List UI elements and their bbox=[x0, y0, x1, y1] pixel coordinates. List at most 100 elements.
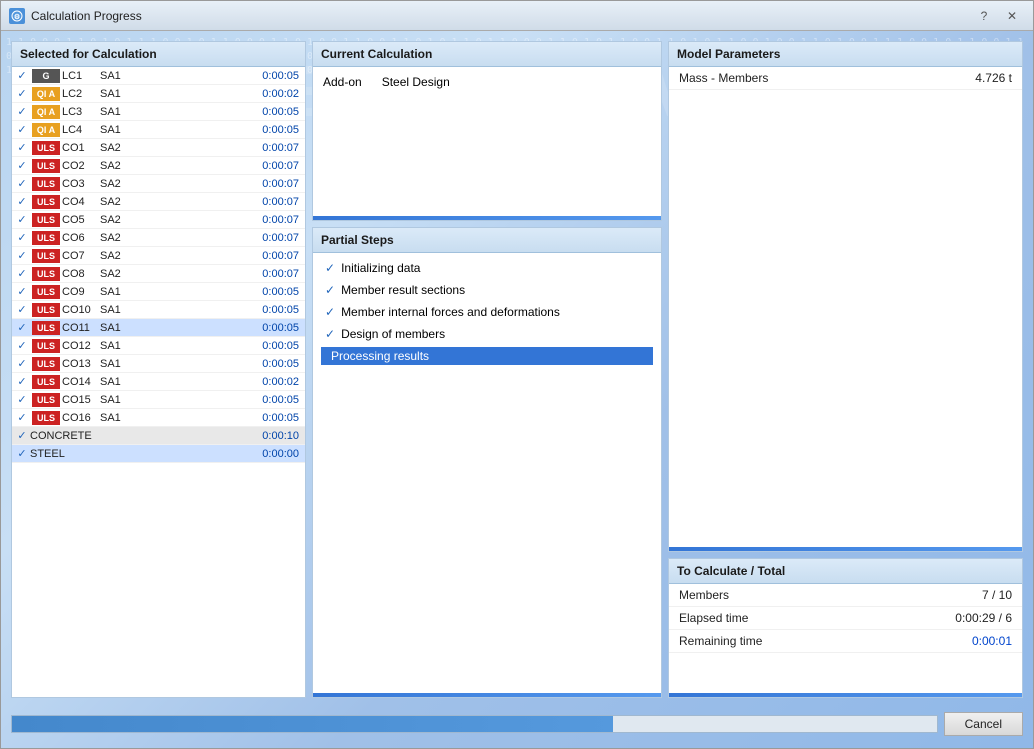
item-name: CO6 bbox=[62, 232, 100, 244]
step-label: Design of members bbox=[341, 327, 445, 341]
list-item: ✓ ULS CO2 SA2 0:00:07 bbox=[12, 157, 305, 175]
item-sa: SA1 bbox=[100, 340, 135, 352]
model-params-panel: Model Parameters Mass - Members 4.726 t bbox=[668, 41, 1023, 552]
concrete-time: 0:00:10 bbox=[262, 430, 303, 442]
item-time: 0:00:07 bbox=[262, 232, 303, 244]
item-time: 0:00:07 bbox=[262, 250, 303, 262]
step-label: Member internal forces and deformations bbox=[341, 305, 560, 319]
steel-time: 0:00:00 bbox=[262, 448, 303, 460]
item-sa: SA2 bbox=[100, 268, 135, 280]
progress-bar-fill bbox=[12, 716, 613, 732]
list-item: ✓ ULS CO15 SA1 0:00:05 bbox=[12, 391, 305, 409]
check-icon: ✓ bbox=[14, 374, 30, 390]
progress-area: Cancel bbox=[11, 710, 1023, 738]
item-time: 0:00:05 bbox=[262, 286, 303, 298]
check-icon: ✓ bbox=[14, 392, 30, 408]
check-icon: ✓ bbox=[14, 338, 30, 354]
tag-uls: ULS bbox=[32, 339, 60, 353]
item-name: CO11 bbox=[62, 322, 100, 334]
tag-qia: QI A bbox=[32, 105, 60, 119]
title-bar: ⚙ Calculation Progress ? ✕ bbox=[1, 1, 1033, 31]
param-row-mass: Mass - Members 4.726 t bbox=[669, 67, 1022, 90]
step-processing-results: Processing results bbox=[321, 347, 653, 365]
item-time: 0:00:05 bbox=[262, 304, 303, 316]
item-time: 0:00:05 bbox=[262, 322, 303, 334]
concrete-label: CONCRETE bbox=[30, 430, 262, 442]
step-check-icon: ✓ bbox=[325, 305, 335, 319]
item-time: 0:00:05 bbox=[262, 124, 303, 136]
item-sa: SA2 bbox=[100, 142, 135, 154]
tag-uls: ULS bbox=[32, 141, 60, 155]
elapsed-label: Elapsed time bbox=[679, 611, 955, 625]
item-time: 0:00:05 bbox=[262, 70, 303, 82]
window-title: Calculation Progress bbox=[31, 9, 142, 23]
partial-steps-panel: Partial Steps ✓ Initializing data ✓ Memb… bbox=[312, 227, 662, 698]
item-time: 0:00:07 bbox=[262, 178, 303, 190]
step-check-icon: ✓ bbox=[325, 261, 335, 275]
content-area: REEM SOLVER Selected for Calculation ✓ G… bbox=[1, 31, 1033, 748]
list-item: ✓ ULS CO7 SA2 0:00:07 bbox=[12, 247, 305, 265]
list-item: ✓ ULS CO10 SA1 0:00:05 bbox=[12, 301, 305, 319]
item-name: LC3 bbox=[62, 106, 100, 118]
left-panel: Selected for Calculation ✓ G LC1 SA1 0:0… bbox=[11, 41, 306, 698]
tag-qia: QI A bbox=[32, 123, 60, 137]
tag-uls: ULS bbox=[32, 321, 60, 335]
item-time: 0:00:05 bbox=[262, 412, 303, 424]
calculation-list[interactable]: ✓ G LC1 SA1 0:00:05 ✓ QI A LC2 SA1 0:00:… bbox=[12, 67, 305, 697]
item-sa: SA1 bbox=[100, 412, 135, 424]
item-sa: SA1 bbox=[100, 376, 135, 388]
list-item: ✓ G LC1 SA1 0:00:05 bbox=[12, 67, 305, 85]
item-sa: SA1 bbox=[100, 124, 135, 136]
item-sa: SA1 bbox=[100, 304, 135, 316]
check-icon: ✓ bbox=[14, 86, 30, 102]
item-sa: SA2 bbox=[100, 250, 135, 262]
item-name: CO9 bbox=[62, 286, 100, 298]
tag-uls: ULS bbox=[32, 285, 60, 299]
check-icon: ✓ bbox=[14, 140, 30, 156]
check-icon: ✓ bbox=[14, 248, 30, 264]
blue-accent-bar-4 bbox=[669, 693, 1022, 697]
members-row: Members 7 / 10 bbox=[669, 584, 1022, 607]
main-window: ⚙ Calculation Progress ? ✕ REEM SOLVER S… bbox=[0, 0, 1034, 749]
list-item: ✓ ULS CO8 SA2 0:00:07 bbox=[12, 265, 305, 283]
list-item: ✓ QI A LC3 SA1 0:00:05 bbox=[12, 103, 305, 121]
middle-panel: Current Calculation Add-on Steel Design … bbox=[312, 41, 662, 698]
check-icon: ✓ bbox=[14, 428, 30, 444]
partial-steps-header: Partial Steps bbox=[313, 228, 661, 253]
item-name: CO7 bbox=[62, 250, 100, 262]
blue-accent-bar bbox=[313, 216, 661, 220]
tag-uls: ULS bbox=[32, 213, 60, 227]
item-name: CO8 bbox=[62, 268, 100, 280]
check-icon: ✓ bbox=[14, 446, 30, 462]
close-button[interactable]: ✕ bbox=[999, 5, 1025, 27]
tag-g: G bbox=[32, 69, 60, 83]
item-sa: SA1 bbox=[100, 286, 135, 298]
title-buttons: ? ✕ bbox=[971, 5, 1025, 27]
tag-uls: ULS bbox=[32, 375, 60, 389]
item-sa: SA1 bbox=[100, 88, 135, 100]
check-icon: ✓ bbox=[14, 158, 30, 174]
tag-uls: ULS bbox=[32, 159, 60, 173]
svg-text:⚙: ⚙ bbox=[14, 13, 20, 21]
model-params-header: Model Parameters bbox=[669, 42, 1022, 67]
item-time: 0:00:02 bbox=[262, 376, 303, 388]
elapsed-time-row: Elapsed time 0:00:29 / 6 bbox=[669, 607, 1022, 630]
item-name: CO13 bbox=[62, 358, 100, 370]
item-name: LC1 bbox=[62, 70, 100, 82]
item-sa: SA2 bbox=[100, 196, 135, 208]
blue-accent-bar-3 bbox=[669, 547, 1022, 551]
list-item: ✓ QI A LC4 SA1 0:00:05 bbox=[12, 121, 305, 139]
tag-uls: ULS bbox=[32, 357, 60, 371]
steel-design-label: Steel Design bbox=[382, 75, 450, 89]
check-icon: ✓ bbox=[14, 194, 30, 210]
item-name: CO1 bbox=[62, 142, 100, 154]
step-label: Processing results bbox=[331, 349, 429, 363]
mass-value: 4.726 t bbox=[975, 71, 1012, 85]
item-name: LC4 bbox=[62, 124, 100, 136]
cancel-button[interactable]: Cancel bbox=[944, 712, 1023, 736]
item-sa: SA1 bbox=[100, 358, 135, 370]
steel-label: STEEL bbox=[30, 448, 262, 460]
help-button[interactable]: ? bbox=[971, 5, 997, 27]
left-panel-header: Selected for Calculation bbox=[12, 42, 305, 67]
item-sa: SA2 bbox=[100, 178, 135, 190]
